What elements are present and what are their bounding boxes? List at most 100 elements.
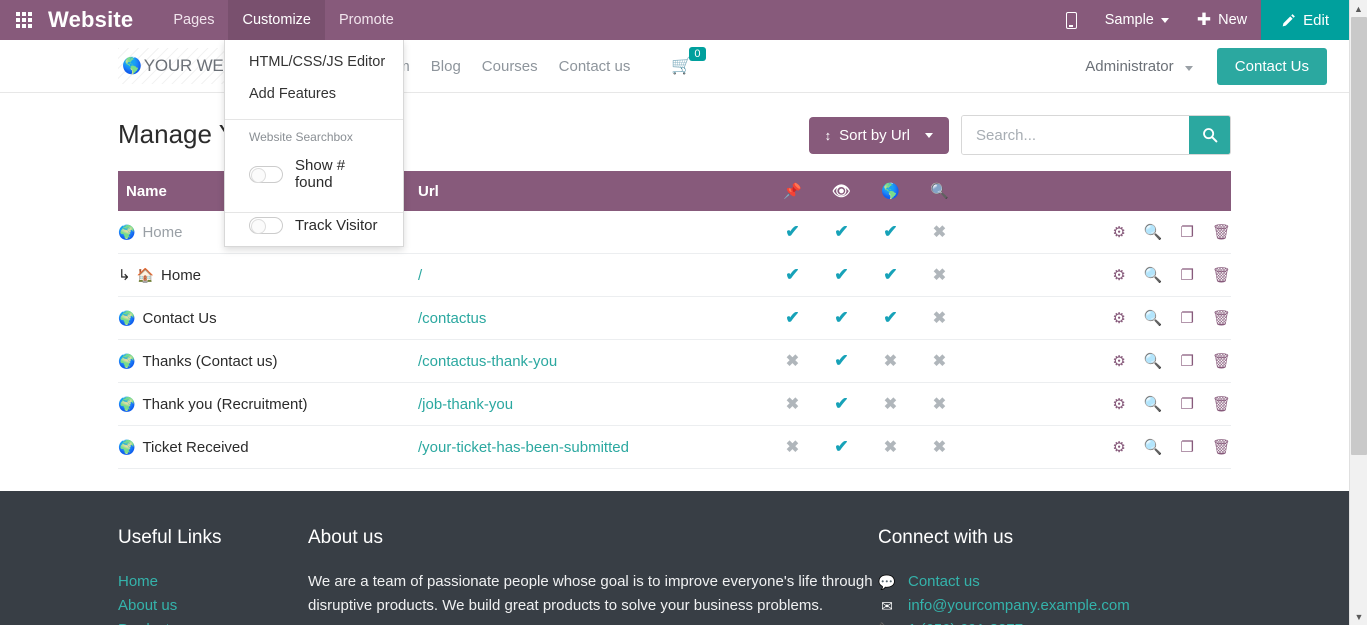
- mobile-preview-button[interactable]: [1052, 0, 1091, 40]
- search-button[interactable]: [1189, 116, 1230, 154]
- cell-flag-visible[interactable]: ✔: [817, 426, 866, 469]
- edit-button[interactable]: Edit: [1261, 0, 1349, 40]
- site-logo[interactable]: 🌎 YOUR WE: [118, 48, 228, 84]
- duplicate-icon[interactable]: ❐: [1181, 309, 1194, 327]
- duplicate-icon[interactable]: ❐: [1181, 352, 1194, 370]
- magnifier-icon[interactable]: 🔍: [1144, 352, 1163, 370]
- cell-flag-indexed[interactable]: ✔: [866, 211, 915, 254]
- cell-flag-indexed[interactable]: ✔: [866, 297, 915, 340]
- duplicate-icon[interactable]: ❐: [1181, 223, 1194, 241]
- nav-link-blog[interactable]: Blog: [431, 58, 461, 75]
- cell-flag-published[interactable]: ✔: [768, 211, 817, 254]
- nav-link-contact-us[interactable]: Contact us: [559, 58, 631, 75]
- apps-menu-button[interactable]: [0, 0, 48, 40]
- page-url-link[interactable]: /your-ticket-has-been-submitted: [418, 439, 629, 456]
- footer-email-link[interactable]: info@yourcompany.example.com: [908, 594, 1130, 618]
- page-url-link[interactable]: /contactus: [418, 310, 486, 327]
- nav-link-courses[interactable]: Courses: [482, 58, 538, 75]
- cell-flag-published[interactable]: ✖: [768, 426, 817, 469]
- topbar-menu-customize[interactable]: Customize: [228, 0, 325, 40]
- cell-flag-visible[interactable]: ✔: [817, 297, 866, 340]
- column-header-visible[interactable]: 👁: [817, 171, 866, 211]
- trash-icon[interactable]: 🗑: [1212, 438, 1231, 456]
- globe-icon: 🌍: [118, 439, 135, 455]
- table-row[interactable]: 🌍Ticket Received/your-ticket-has-been-su…: [118, 426, 1231, 469]
- cell-flag-visible[interactable]: ✔: [817, 254, 866, 297]
- magnifier-icon[interactable]: 🔍: [1144, 266, 1163, 284]
- cell-flag-seo[interactable]: ✖: [915, 383, 964, 426]
- topbar-menu-pages[interactable]: Pages: [159, 0, 228, 40]
- page-url-link[interactable]: /contactus-thank-you: [418, 353, 557, 370]
- dropdown-item-add-features[interactable]: Add Features: [225, 78, 403, 110]
- gear-icon[interactable]: ⚙: [1112, 223, 1125, 241]
- sort-by-url-button[interactable]: ↕ Sort by Url: [809, 117, 949, 154]
- duplicate-icon[interactable]: ❐: [1181, 438, 1194, 456]
- page-url-link[interactable]: /job-thank-you: [418, 396, 513, 413]
- table-row[interactable]: 🌍Thanks (Contact us)/contactus-thank-you…: [118, 340, 1231, 383]
- new-button[interactable]: ✚ New: [1183, 0, 1261, 40]
- dropdown-toggle-show-found[interactable]: Show # found: [225, 150, 403, 203]
- table-row[interactable]: ↳🏠Home/✔✔✔✖⚙🔍❐🗑: [118, 254, 1231, 297]
- cell-flag-visible[interactable]: ✔: [817, 340, 866, 383]
- trash-icon[interactable]: 🗑: [1212, 309, 1231, 327]
- column-header-seo[interactable]: 🔍: [915, 171, 964, 211]
- scrollbar-up-button[interactable]: ▲: [1350, 0, 1367, 17]
- column-header-published-pin[interactable]: 📌: [768, 171, 817, 211]
- cell-flag-published[interactable]: ✖: [768, 383, 817, 426]
- topbar-menu-promote[interactable]: Promote: [325, 0, 408, 40]
- cell-flag-indexed[interactable]: ✖: [866, 383, 915, 426]
- column-header-indexed[interactable]: 🌎: [866, 171, 915, 211]
- magnifier-icon[interactable]: 🔍: [1144, 309, 1163, 327]
- scrollbar-thumb[interactable]: [1351, 17, 1367, 455]
- gear-icon[interactable]: ⚙: [1112, 438, 1125, 456]
- gear-icon[interactable]: ⚙: [1112, 309, 1125, 327]
- gear-icon[interactable]: ⚙: [1112, 352, 1125, 370]
- scrollbar-down-button[interactable]: ▼: [1350, 608, 1367, 625]
- magnifier-icon[interactable]: 🔍: [1144, 223, 1163, 241]
- trash-icon[interactable]: 🗑: [1212, 266, 1231, 284]
- trash-icon[interactable]: 🗑: [1212, 352, 1231, 370]
- gear-icon[interactable]: ⚙: [1112, 395, 1125, 413]
- page-url-link[interactable]: /: [418, 267, 422, 284]
- dropdown-toggle-track-visitor[interactable]: Track Visitor: [225, 213, 403, 246]
- user-menu[interactable]: Administrator: [1085, 58, 1193, 75]
- duplicate-icon[interactable]: ❐: [1181, 395, 1194, 413]
- cart-button[interactable]: 🛒 0: [671, 56, 692, 76]
- gear-icon[interactable]: ⚙: [1112, 266, 1125, 284]
- page-scrollbar[interactable]: ▲ ▼: [1349, 0, 1367, 625]
- toggle-switch-icon[interactable]: [249, 166, 283, 183]
- footer-contact-us-link[interactable]: Contact us: [908, 570, 980, 594]
- contact-us-cta-button[interactable]: Contact Us: [1217, 48, 1327, 85]
- new-label: New: [1218, 12, 1247, 28]
- sample-dropdown[interactable]: Sample: [1091, 0, 1183, 40]
- cell-flag-seo[interactable]: ✖: [915, 340, 964, 383]
- cell-flag-seo[interactable]: ✖: [915, 297, 964, 340]
- toggle-switch-icon[interactable]: [249, 217, 283, 234]
- cell-flag-seo[interactable]: ✖: [915, 426, 964, 469]
- duplicate-icon[interactable]: ❐: [1181, 266, 1194, 284]
- cell-flag-visible[interactable]: ✔: [817, 383, 866, 426]
- magnifier-icon[interactable]: 🔍: [1144, 438, 1163, 456]
- table-row[interactable]: 🌍Thank you (Recruitment)/job-thank-you✖✔…: [118, 383, 1231, 426]
- column-header-spacer: [964, 171, 1071, 211]
- cell-flag-indexed[interactable]: ✖: [866, 426, 915, 469]
- cell-flag-published[interactable]: ✔: [768, 254, 817, 297]
- cell-flag-published[interactable]: ✔: [768, 297, 817, 340]
- cell-flag-visible[interactable]: ✔: [817, 211, 866, 254]
- column-header-url[interactable]: Url: [418, 171, 768, 211]
- cell-flag-seo[interactable]: ✖: [915, 254, 964, 297]
- trash-icon[interactable]: 🗑: [1212, 395, 1231, 413]
- table-row[interactable]: 🌍Contact Us/contactus✔✔✔✖⚙🔍❐🗑: [118, 297, 1231, 340]
- cell-flag-seo[interactable]: ✖: [915, 211, 964, 254]
- cell-flag-published[interactable]: ✖: [768, 340, 817, 383]
- cell-flag-indexed[interactable]: ✖: [866, 340, 915, 383]
- footer-link-home[interactable]: Home: [118, 570, 308, 594]
- search-input[interactable]: [962, 116, 1189, 154]
- footer-phone-link[interactable]: 1 (650) 691-3277: [908, 618, 1023, 625]
- footer-link-products[interactable]: Products: [118, 618, 308, 625]
- dropdown-item-html-css-js-editor[interactable]: HTML/CSS/JS Editor: [225, 46, 403, 78]
- magnifier-icon[interactable]: 🔍: [1144, 395, 1163, 413]
- cell-flag-indexed[interactable]: ✔: [866, 254, 915, 297]
- trash-icon[interactable]: 🗑: [1212, 223, 1231, 241]
- footer-link-about-us[interactable]: About us: [118, 594, 308, 618]
